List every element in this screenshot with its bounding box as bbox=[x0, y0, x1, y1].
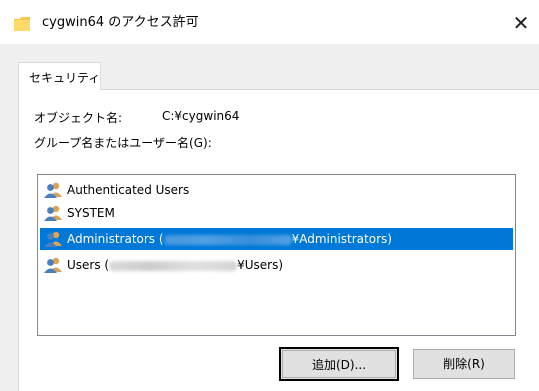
folder-icon bbox=[14, 17, 30, 31]
window-title: cygwin64 のアクセス許可 bbox=[42, 15, 199, 30]
remove-button-label: 削除(R) bbox=[443, 357, 485, 371]
list-item-label: SYSTEM bbox=[67, 206, 115, 220]
object-name-value: C:¥cygwin64 bbox=[162, 109, 240, 123]
redacted-machine-name bbox=[109, 260, 238, 271]
tab-label: セキュリティ bbox=[29, 71, 101, 85]
list-item[interactable]: SYSTEM bbox=[40, 202, 513, 224]
title-bar: cygwin64 のアクセス許可 ✕ bbox=[0, 0, 539, 44]
redacted-machine-name bbox=[163, 234, 292, 245]
tab-security[interactable]: セキュリティ bbox=[18, 62, 101, 90]
list-item-label: Authenticated Users bbox=[67, 183, 190, 197]
users-icon bbox=[44, 231, 62, 247]
list-item-label: Administrators (¥Administrators) bbox=[67, 232, 392, 246]
list-item[interactable]: Users (¥Users) bbox=[40, 254, 513, 276]
add-button-label: 追加(D)... bbox=[311, 358, 367, 372]
list-item-label: Users (¥Users) bbox=[67, 258, 284, 272]
users-icon bbox=[44, 257, 62, 273]
add-button[interactable]: 追加(D)... bbox=[279, 347, 399, 381]
list-item-selected[interactable]: Administrators (¥Administrators) bbox=[40, 228, 513, 250]
users-icon bbox=[44, 205, 62, 221]
list-item[interactable]: Authenticated Users bbox=[40, 179, 513, 201]
remove-button[interactable]: 削除(R) bbox=[413, 349, 515, 379]
users-icon bbox=[44, 182, 62, 198]
group-list-label: グループ名またはユーザー名(G): bbox=[34, 136, 212, 150]
object-name-label: オブジェクト名: bbox=[34, 111, 123, 125]
close-icon[interactable]: ✕ bbox=[506, 8, 536, 38]
group-user-listbox[interactable]: Authenticated Users SYSTEM Administrator… bbox=[37, 174, 516, 336]
